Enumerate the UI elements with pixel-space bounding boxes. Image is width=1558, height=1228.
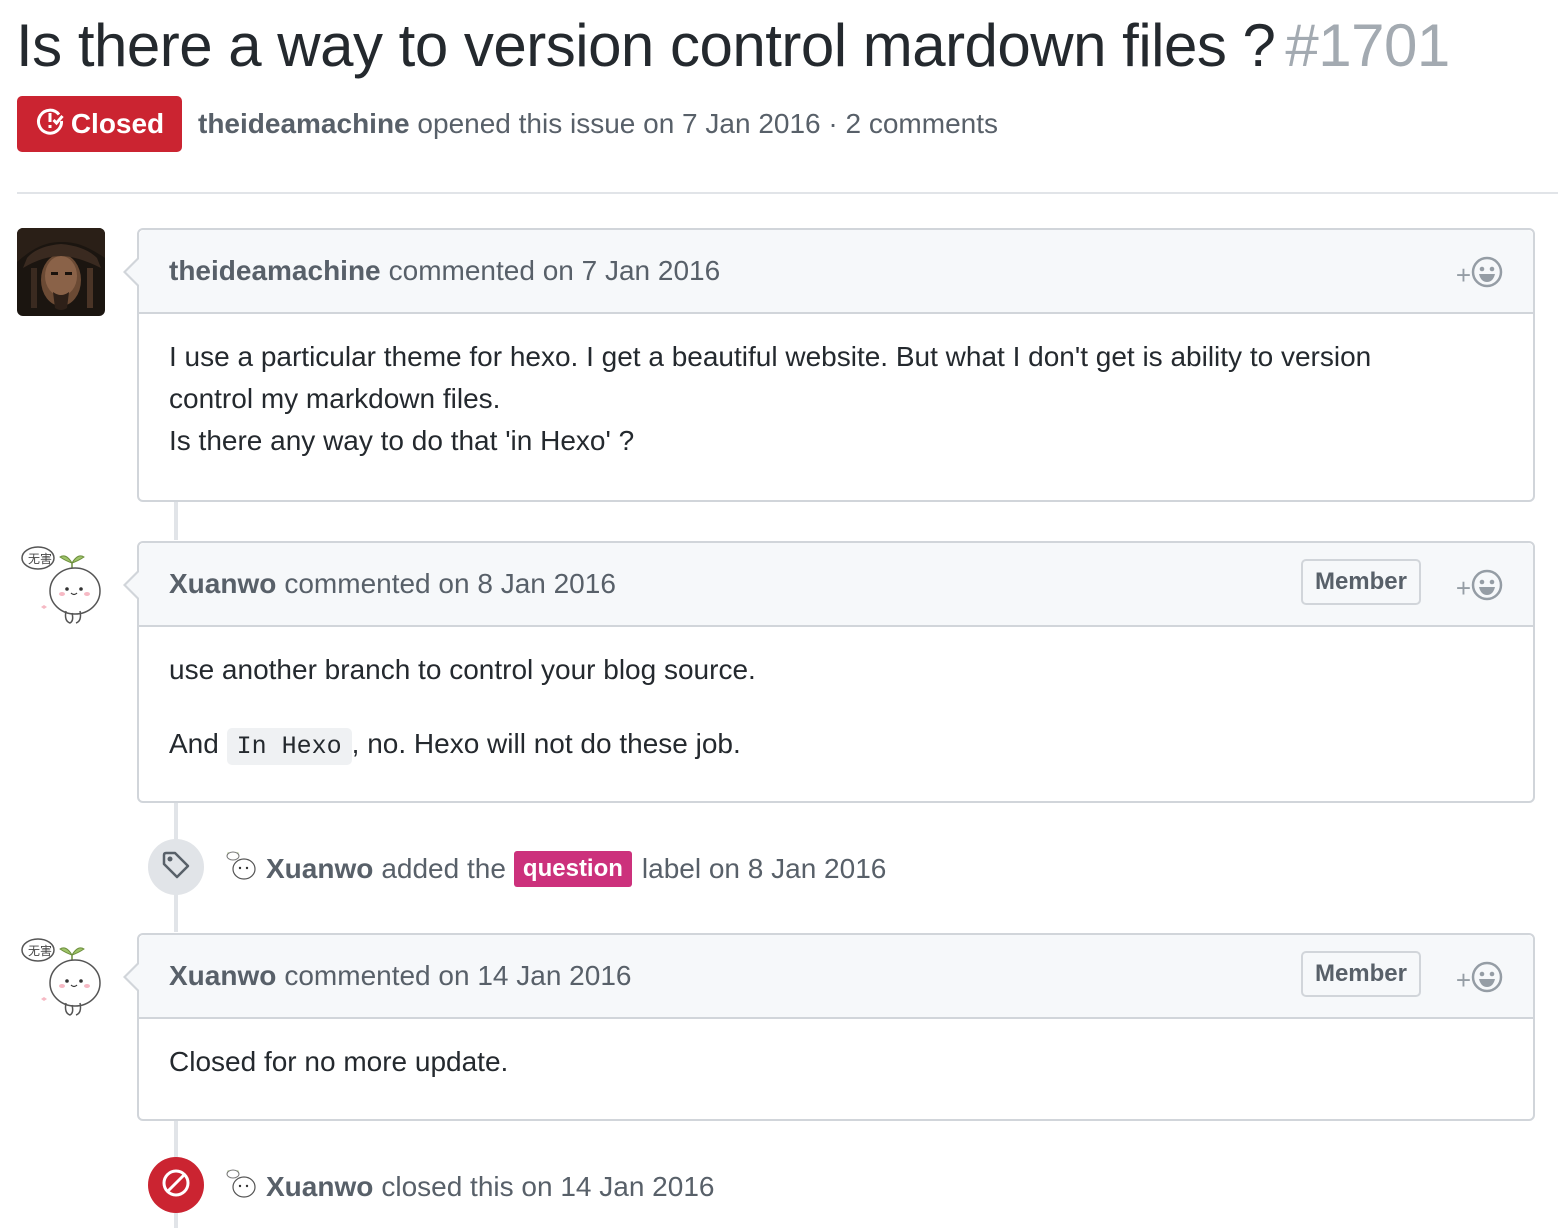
issue-state-badge: Closed [17, 96, 182, 152]
issue-state-label: Closed [70, 108, 165, 139]
issue-title-text: Is there a way to version control mardow… [16, 12, 1276, 79]
comment-author[interactable]: theideamachine [169, 255, 381, 287]
comment-1: theideamachine commented on 7 Jan 2016 +… [123, 228, 1535, 502]
event-actor[interactable]: Xuanwo [266, 1171, 373, 1203]
event-closed: Xuanwo closed this on 14 Jan 2016 [224, 1166, 714, 1207]
svg-text:无害: 无害 [28, 551, 52, 566]
comment-paragraph: And In Hexo, no. Hexo will not do these … [169, 723, 1503, 768]
event-actor[interactable]: Xuanwo [266, 853, 373, 885]
smiley-icon [1471, 256, 1503, 295]
mini-avatar-xuanwo[interactable] [224, 1166, 258, 1207]
comment-author[interactable]: Xuanwo [169, 960, 276, 992]
event-label-badge [148, 839, 204, 895]
comment-header: theideamachine commented on 7 Jan 2016 + [123, 230, 1533, 314]
event-text: added the [381, 852, 506, 884]
issue-title: Is there a way to version control mardow… [16, 8, 1450, 84]
comment-body: I use a particular theme for hexo. I get… [139, 314, 1533, 488]
comment-paragraph: use another branch to control your blog … [169, 654, 756, 685]
issue-meta: theideamachine opened this issue on 7 Ja… [198, 104, 998, 144]
comment-date[interactable]: commented on 7 Jan 2016 [389, 255, 721, 287]
tag-icon [161, 850, 191, 885]
plus-sign: + [1455, 573, 1471, 603]
plus-sign: + [1455, 260, 1471, 290]
add-reaction-button[interactable]: + [1456, 256, 1503, 295]
question-label[interactable]: question [513, 850, 632, 887]
mini-avatar-xuanwo[interactable] [224, 848, 258, 889]
comment-text-line: I use a particular theme for hexo. I get… [169, 341, 1372, 414]
svg-text:无害: 无害 [28, 943, 52, 958]
issue-meta-text: opened this issue on 7 Jan 2016 · 2 comm… [417, 108, 998, 139]
avatar-theideamachine[interactable] [17, 228, 105, 316]
comment-header: Xuanwo commented on 8 Jan 2016 Member + [123, 543, 1533, 627]
comment-text: , no. Hexo will not do these job. [351, 728, 741, 759]
comment-2: Xuanwo commented on 8 Jan 2016 Member + … [123, 541, 1535, 803]
member-badge: Member [1300, 559, 1421, 605]
event-text: label on 8 Jan 2016 [641, 852, 887, 884]
header-divider [17, 192, 1558, 194]
issue-author-link[interactable]: theideamachine [198, 108, 410, 139]
comment-author[interactable]: Xuanwo [169, 568, 276, 600]
comment-header: Xuanwo commented on 14 Jan 2016 Member + [123, 935, 1533, 1019]
plus-sign: + [1455, 965, 1471, 995]
avatar-xuanwo[interactable]: 无害 [20, 935, 104, 1026]
circle-slash-icon [160, 1167, 192, 1204]
comment-text: And [169, 728, 219, 759]
comment-date[interactable]: commented on 14 Jan 2016 [284, 960, 631, 992]
issue-number: #1701 [1285, 12, 1450, 79]
smiley-icon [1471, 569, 1503, 608]
comment-paragraph: Closed for no more update. [169, 1046, 509, 1077]
member-badge: Member [1300, 951, 1421, 997]
timeline-line [174, 500, 178, 540]
comment-body: Closed for no more update. [139, 1019, 1533, 1109]
smiley-icon [1471, 961, 1503, 1000]
inline-code: In Hexo [226, 728, 352, 765]
comment-text-line: Is there any way to do that 'in Hexo' ? [169, 425, 635, 456]
comment-3: Xuanwo commented on 14 Jan 2016 Member +… [123, 933, 1535, 1121]
add-reaction-button[interactable]: + [1456, 569, 1503, 608]
comment-date[interactable]: commented on 8 Jan 2016 [284, 568, 616, 600]
event-text: closed this on 14 Jan 2016 [381, 1170, 715, 1202]
comment-body: use another branch to control your blog … [139, 627, 1533, 794]
issue-closed-icon [35, 106, 65, 143]
event-closed-badge [148, 1157, 204, 1213]
add-reaction-button[interactable]: + [1456, 961, 1503, 1000]
event-labeled: Xuanwo added the question label on 8 Jan… [224, 848, 886, 889]
avatar-xuanwo[interactable]: 无害 [20, 543, 104, 634]
